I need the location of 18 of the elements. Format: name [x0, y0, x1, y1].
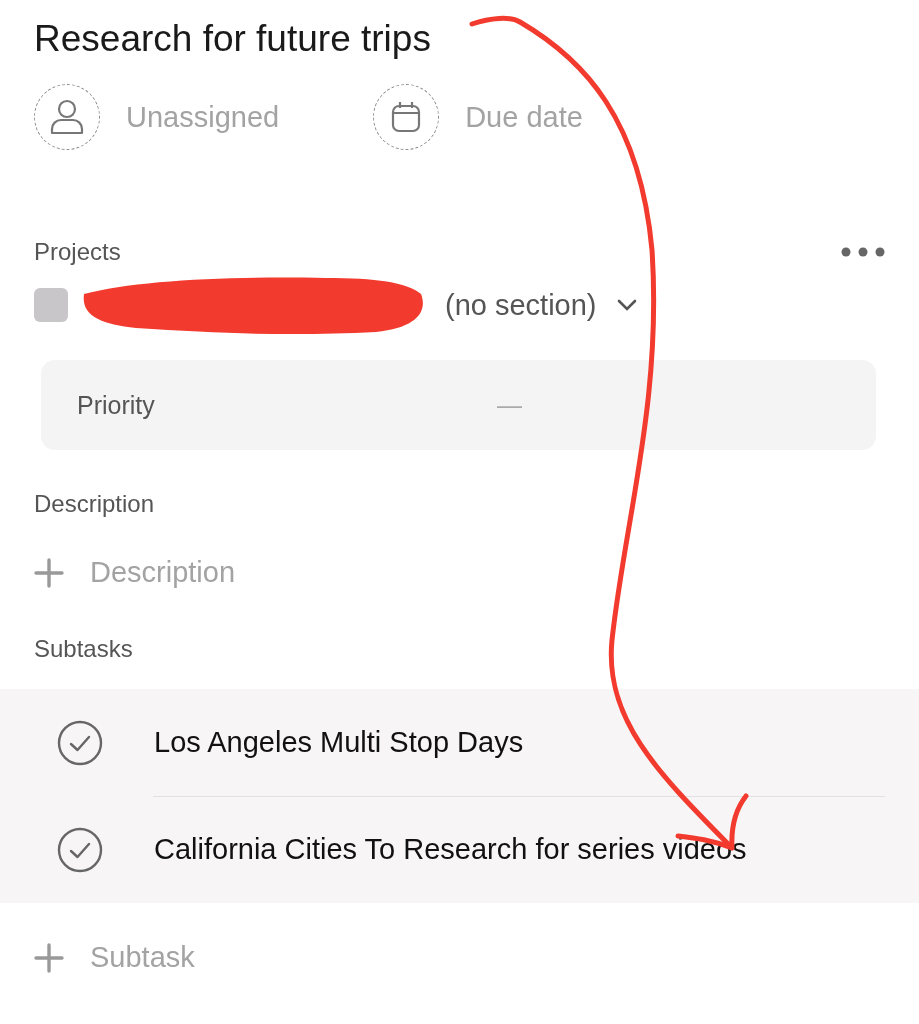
section-dropdown[interactable]: (no section)	[445, 288, 637, 322]
section-label: Projects	[34, 238, 121, 266]
priority-value: —	[497, 390, 522, 420]
priority-card[interactable]: Priority —	[41, 360, 876, 450]
project-color-icon	[34, 288, 68, 322]
section-label: Description	[34, 490, 155, 518]
plus-icon	[34, 557, 64, 588]
checkmark-circle-icon	[57, 826, 103, 873]
more-icon	[841, 247, 885, 257]
checkmark-circle-icon	[57, 719, 103, 766]
plus-icon	[34, 942, 64, 973]
subtask-title[interactable]: Los Angeles Multi Stop Days	[154, 726, 524, 759]
task-title[interactable]: Research for future trips	[34, 18, 431, 60]
calendar-icon	[391, 101, 422, 133]
chevron-down-icon	[616, 299, 637, 311]
section-label: Subtasks	[34, 635, 133, 663]
person-icon	[50, 99, 84, 135]
priority-label: Priority	[77, 390, 156, 420]
